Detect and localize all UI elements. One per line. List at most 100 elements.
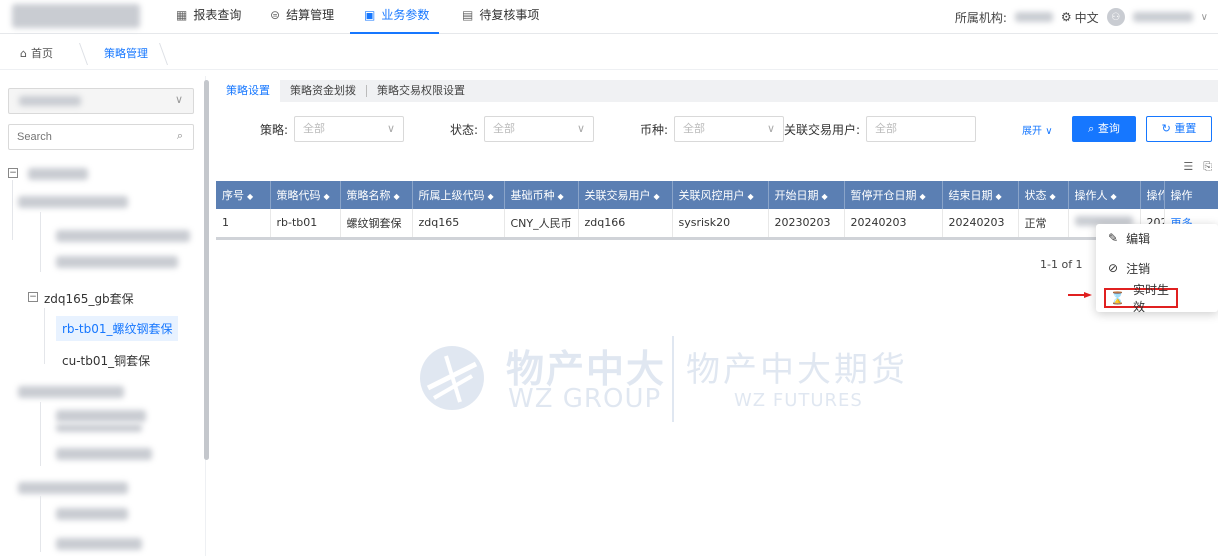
tab-trade-permission[interactable]: 策略交易权限设置 [367, 80, 475, 102]
breadcrumb-home[interactable]: ⌂ 首页 [20, 42, 53, 66]
tree-root-node[interactable] [28, 168, 88, 180]
breadcrumb-separator [147, 43, 169, 65]
expand-filters-link[interactable]: 展开 ∨ [1022, 122, 1053, 137]
tab-strategy-settings[interactable]: 策略设置 [216, 80, 280, 102]
hourglass-icon: ⌛ [1110, 291, 1125, 305]
column-header[interactable]: 所属上级代码 ◆ [412, 181, 505, 209]
watermark-cn-futures: 物产中大期货 [686, 350, 908, 390]
chevron-down-icon[interactable]: ∨ [1201, 12, 1208, 23]
filter-trade-user-label: 关联交易用户: [784, 122, 861, 137]
column-header-label: 所属上级代码 [418, 189, 485, 202]
table-horizontal-scrollbar[interactable] [216, 237, 1218, 240]
menu-item-realtime[interactable]: ⌛ 实时生效 [1104, 283, 1178, 314]
tree-node[interactable] [56, 424, 142, 432]
chevron-down-icon: ∨ [576, 122, 586, 135]
sort-icon[interactable]: ◆ [324, 192, 330, 201]
search-input[interactable] [9, 125, 159, 149]
expand-label: 展开 [1022, 126, 1042, 137]
tab-fund-transfer[interactable]: 策略资金划拨 [280, 80, 366, 102]
user-name[interactable] [1132, 12, 1193, 22]
menu-item-label: 实时生效 [1132, 283, 1169, 314]
trade-user-input[interactable]: 全部 [866, 116, 977, 142]
tree-node[interactable] [56, 410, 146, 422]
sort-icon[interactable]: ◆ [1050, 192, 1056, 201]
filter-strategy: 策略: 全部 ∨ [260, 116, 405, 142]
sort-icon[interactable]: ◆ [488, 192, 494, 201]
language-label: 中文 [1074, 10, 1099, 25]
reset-button[interactable]: ↻ 重置 [1146, 116, 1212, 142]
sort-icon[interactable]: ◆ [654, 192, 660, 201]
query-button[interactable]: ⌕ 查询 [1072, 116, 1136, 142]
tree-node-selected[interactable]: rb-tb01_螺纹钢套保 [56, 316, 179, 341]
menu-item-cancel[interactable]: ⊘ 注销 [1096, 254, 1218, 282]
tree-connector [40, 212, 41, 272]
tree-node[interactable] [18, 482, 128, 494]
avatar[interactable]: ⚇ [1106, 8, 1125, 26]
column-header-label: 策略名称 [346, 189, 391, 202]
column-header[interactable]: 序号 ◆ [216, 181, 271, 209]
sort-icon[interactable]: ◆ [558, 192, 564, 201]
search-icon[interactable]: ⌕ [177, 129, 183, 143]
nav-item-reports[interactable]: ▦ 报表查询 [176, 0, 241, 34]
column-header-label: 基础币种 [510, 189, 555, 202]
strategy-select[interactable]: 全部 ∨ [294, 116, 405, 142]
nav-item-pending-review[interactable]: ▤ 待复核事项 [462, 0, 539, 34]
language-switch[interactable]: ⚙ 中文 [1061, 9, 1099, 26]
table-cell: 正常 [1018, 209, 1069, 238]
breadcrumb-current[interactable]: 策略管理 [104, 42, 148, 66]
collapse-icon[interactable]: − [28, 292, 38, 302]
column-header[interactable]: 关联风控用户 ◆ [672, 181, 769, 209]
sort-icon[interactable]: ◆ [920, 192, 926, 201]
table-cell: 螺纹钢套保 [340, 209, 413, 238]
sort-icon[interactable]: ◆ [748, 192, 754, 201]
collapse-icon[interactable]: − [8, 168, 18, 178]
tree-node[interactable] [56, 448, 152, 460]
sort-icon[interactable]: ◆ [996, 192, 1002, 201]
column-header[interactable]: 暂停开仓日期 ◆ [844, 181, 943, 209]
column-header[interactable]: 策略名称 ◆ [340, 181, 413, 209]
tree-node[interactable] [56, 230, 190, 242]
currency-select[interactable]: 全部 ∨ [674, 116, 785, 142]
tree-node[interactable] [18, 386, 124, 398]
tree-node[interactable] [56, 538, 142, 550]
export-icon[interactable]: ⎘ [1203, 160, 1212, 174]
nav-item-label: 待复核事项 [479, 8, 540, 22]
tree-connector [44, 308, 45, 364]
account-select[interactable]: ∨ [8, 88, 194, 114]
tree-group-node[interactable]: zdq165_gb套保 [44, 290, 134, 307]
column-settings-icon[interactable]: ☰ [1183, 160, 1193, 174]
tree-node[interactable] [56, 508, 128, 520]
sort-icon[interactable]: ◆ [247, 192, 253, 201]
sidebar-scrollbar[interactable] [204, 80, 209, 460]
strategy-select-value: 全部 [303, 122, 326, 135]
currency-select-value: 全部 [683, 122, 706, 135]
sort-icon[interactable]: ◆ [1111, 192, 1117, 201]
column-header[interactable]: 基础币种 ◆ [504, 181, 579, 209]
strategy-table: 序号 ◆ 策略代码 ◆ 策略名称 ◆ 所属上级代码 ◆ 基础币种 ◆ 关联交易用户 ◆ 关联… [216, 181, 1218, 238]
tree-node[interactable] [56, 256, 178, 268]
column-header[interactable]: 关联交易用户 ◆ [578, 181, 673, 209]
nav-item-business-params[interactable]: ▣ 业务参数 [350, 0, 440, 34]
column-header[interactable]: 状态 ◆ [1018, 181, 1069, 209]
review-icon: ▤ [462, 8, 474, 22]
tree-node[interactable] [18, 196, 128, 208]
nav-item-settlement[interactable]: ⊜ 结算管理 [270, 0, 334, 34]
menu-item-label: 注销 [1126, 261, 1151, 276]
column-header[interactable]: 结束日期 ◆ [942, 181, 1019, 209]
column-header[interactable]: 开始日期 ◆ [768, 181, 845, 209]
tree-node[interactable]: cu-tb01_铜套保 [62, 352, 150, 369]
edit-icon: ✎ [1108, 231, 1119, 245]
column-header[interactable]: 策略代码 ◆ [270, 181, 341, 209]
column-header: 操作 [1164, 181, 1218, 209]
row-actions-menu: ✎ 编辑 ⊘ 注销 ⌛ 实时生效 [1096, 224, 1218, 314]
sort-icon[interactable]: ◆ [822, 192, 828, 201]
status-select[interactable]: 全部 ∨ [484, 116, 595, 142]
menu-item-edit[interactable]: ✎ 编辑 [1096, 224, 1218, 252]
breadcrumb: ⌂ 首页 策略管理 [0, 38, 1218, 70]
table-row[interactable]: 1 rb-tb01 螺纹钢套保 zdq165 CNY_人民币 zdq166 sy… [216, 209, 1218, 238]
column-header[interactable]: 操作人 ◆ [1068, 181, 1141, 209]
search-icon: ⌕ [1088, 122, 1098, 135]
trade-user-placeholder: 全部 [875, 122, 898, 135]
watermark-en: WZ GROUP [508, 384, 662, 414]
sort-icon[interactable]: ◆ [394, 192, 400, 201]
